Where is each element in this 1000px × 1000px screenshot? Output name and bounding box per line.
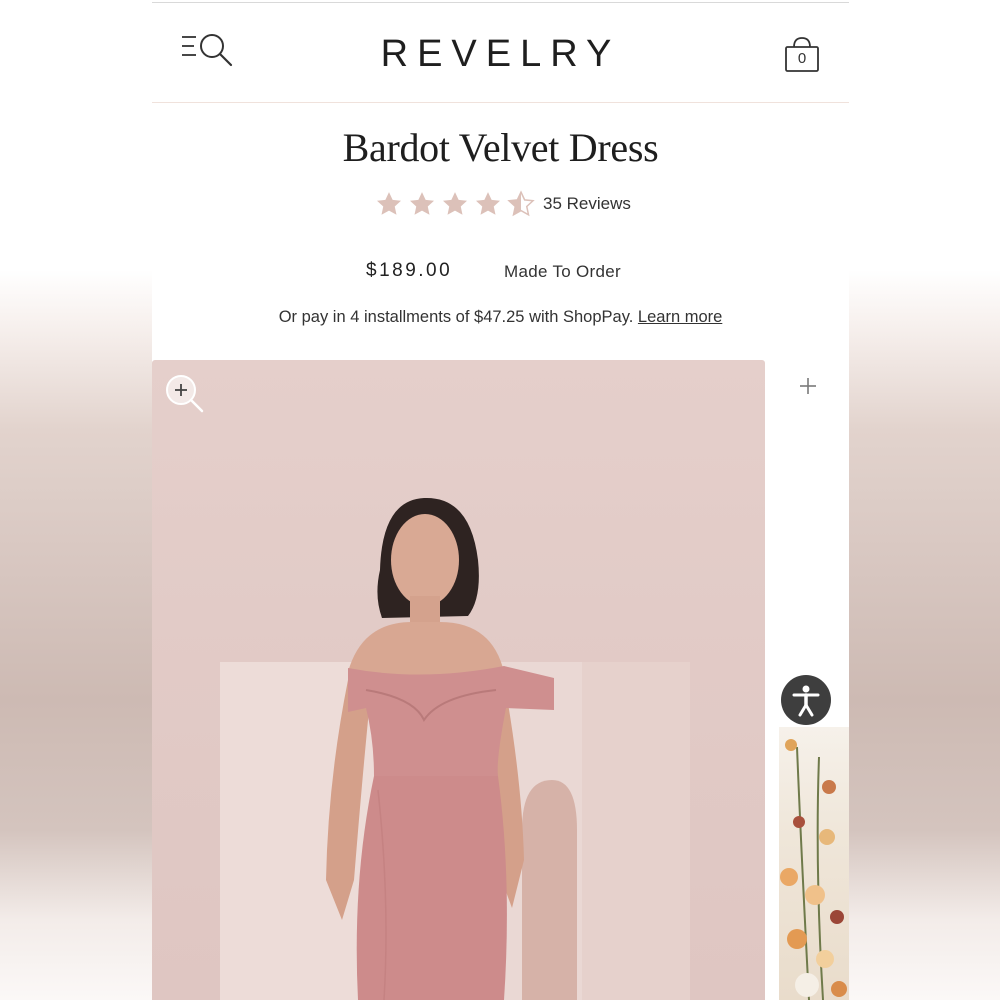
product-price: $189.00 [366,260,453,281]
cart-button[interactable]: 0 [782,35,822,75]
installments-text: Or pay in 4 installments of $47.25 with … [278,308,634,326]
accessibility-icon [792,685,820,717]
star-full-icon [377,192,401,215]
accessibility-button[interactable] [781,675,831,725]
brand-logo[interactable]: REVELRY [152,33,849,76]
star-half-icon [507,190,535,217]
learn-more-link[interactable]: Learn more [638,308,722,326]
mobile-page: REVELRY 0 Bardot Velvet Dress 35 Reviews… [152,0,849,1000]
product-rating[interactable]: 35 Reviews [374,188,631,220]
cart-count: 0 [797,50,807,67]
site-header: REVELRY 0 [152,3,849,103]
model-in-dress-image [220,497,690,1000]
star-full-icon [410,192,434,215]
product-thumbnail-flowers[interactable] [779,727,849,1000]
availability-label: Made To Order [504,262,621,281]
product-image-main[interactable] [152,360,765,1000]
plus-icon[interactable] [798,376,818,396]
zoom-in-icon[interactable] [165,374,205,414]
shoppay-installments: Or pay in 4 installments of $47.25 with … [152,308,849,327]
star-full-icon [443,192,467,215]
floral-image [780,739,847,1000]
reviews-link[interactable]: 35 Reviews [543,194,631,214]
star-full-icon [476,192,500,215]
product-title: Bardot Velvet Dress [342,125,659,170]
